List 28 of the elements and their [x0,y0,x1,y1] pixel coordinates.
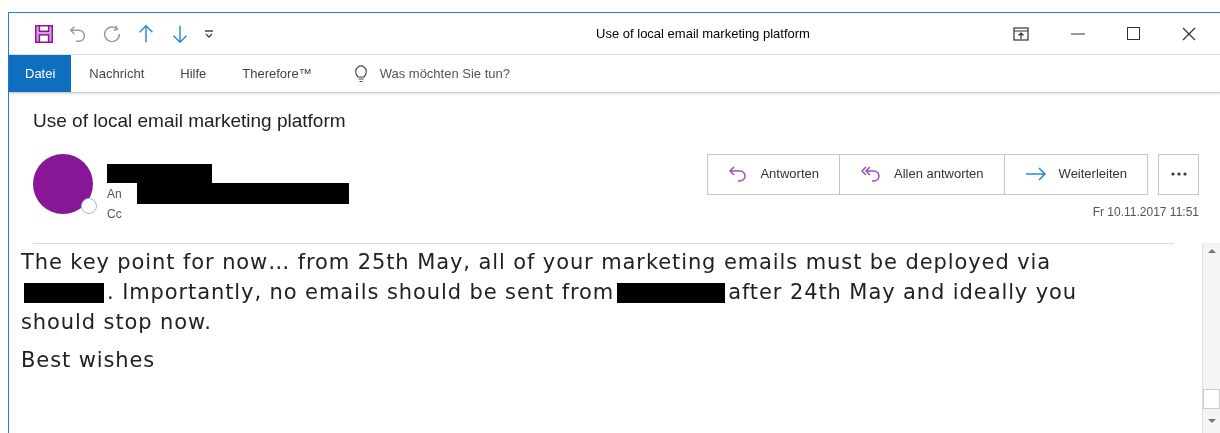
save-icon[interactable] [33,22,55,45]
tell-me-input[interactable]: Was möchten Sie tun? [379,63,580,84]
scrollbar[interactable] [1202,242,1220,433]
close-icon[interactable] [1182,26,1196,41]
message-text: Best wishes [21,346,156,374]
reply-icon [728,165,749,183]
maximize-icon[interactable] [1127,27,1140,40]
message-text: after 24th May and ideally you [728,278,1078,306]
forward-icon [1024,167,1047,181]
message-text: should stop now. [21,308,212,336]
ribbon-display-icon[interactable] [1013,26,1029,41]
to-label: An [107,185,122,203]
customize-icon[interactable] [203,27,215,40]
ribbon-tab[interactable]: Nachricht [71,55,163,92]
more-icon [1170,172,1187,176]
ribbon-tab[interactable]: Therefore™ [224,55,330,92]
message-text: The key point for now… from 25th May, all of your marketing emails must be deployed via [21,248,1052,276]
ribbon-tab[interactable]: Datei [9,55,72,92]
scroll-thumb[interactable] [1203,389,1220,409]
minimize-icon[interactable] [1071,32,1085,35]
message-subject: Use of local email marketing platform [33,109,347,133]
reply-all-icon [859,165,882,183]
window-title: Use of local email marketing platform [595,24,811,43]
message-date: Fr 10.11.2017 11:51 [1092,203,1199,221]
ribbon-tab[interactable]: Hilfe [162,55,225,92]
lightbulb-icon [353,64,368,83]
cc-label: Cc [107,205,123,223]
message-text: . Importantly, no emails should be sent from [107,278,615,306]
